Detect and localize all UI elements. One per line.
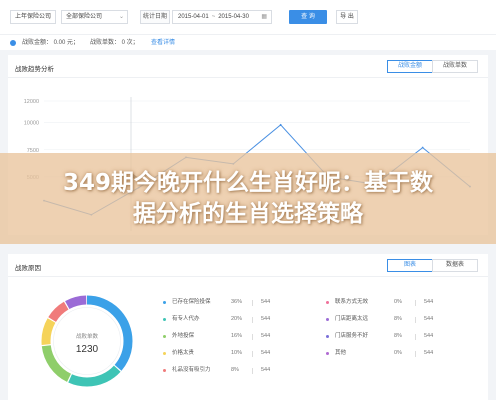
card-divider [8, 77, 488, 78]
legend-label: 其他 [335, 350, 347, 356]
chevron-down-icon: ⌄ [46, 14, 52, 20]
legend-label: 联系方式无效 [335, 299, 369, 305]
legend-percent: 8% [394, 316, 402, 322]
export-button[interactable]: 导 出 [336, 10, 358, 24]
legend-label: 有专人代办 [172, 316, 200, 322]
y-tick-label: 10000 [24, 121, 39, 127]
legend-dot [326, 318, 329, 321]
donut-inner-ring [53, 307, 121, 375]
tab-count[interactable]: 战败单数 [432, 60, 478, 73]
data-point [279, 123, 282, 126]
legend-divider [252, 368, 253, 374]
legend-label: 外地投保 [172, 333, 195, 339]
summary-amount: 战败金额： 0.00 元； [22, 40, 80, 46]
legend-divider [252, 334, 253, 340]
legend-percent: 20% [231, 316, 243, 322]
legend-count: 544 [261, 333, 271, 339]
branch-select-value: 全部保险公司 [66, 14, 103, 20]
tab-amount[interactable]: 战败金额 [387, 60, 433, 73]
legend-percent: 16% [231, 333, 243, 339]
legend-label: 礼品没有吸引力 [172, 367, 211, 373]
tab-table[interactable]: 数据表 [432, 259, 478, 272]
legend-dot [326, 335, 329, 338]
reason-card-title: 战败原因 [15, 265, 41, 272]
legend-row: 有专人代办 20% 544 [163, 315, 283, 324]
legend-row: 已存在保险投保 36% 544 [163, 298, 283, 307]
trend-card-title: 战败趋势分析 [15, 66, 54, 73]
headline-line-1: 349期今晚开什么生肖好呢：基于数 [62, 170, 433, 196]
info-icon [10, 40, 16, 46]
legend-dot [326, 301, 329, 304]
date-separator: ~ [211, 14, 216, 20]
headline-line-2: 据分析的生肖选择策略 [133, 201, 363, 227]
legend-percent: 8% [394, 333, 402, 339]
card-divider [8, 276, 488, 277]
legend-row: 门店距离太远 8% 544 [326, 315, 446, 324]
reason-tabs: 图表 数据表 [387, 259, 478, 272]
headline-title: 349期今晚开什么生肖好呢：基于数 据分析的生肖选择策略 [0, 168, 496, 230]
legend-percent: 36% [231, 299, 243, 305]
legend-dot [163, 335, 166, 338]
legend-dot [163, 352, 166, 355]
summary-bar: 战败金额： 0.00 元； 战败单数： 0 次； 查看详情 [0, 34, 496, 50]
legend-row: 其他 0% 544 [326, 349, 446, 358]
legend-divider [415, 317, 416, 323]
legend-divider [415, 334, 416, 340]
legend-percent: 0% [394, 350, 402, 356]
legend-divider [415, 351, 416, 357]
legend-row: 外地投保 16% 544 [163, 332, 283, 341]
filter-toolbar: 上年保险公司 ⌄ 全部保险公司 ⌄ 统计日期 2015-04-01 ~2015-0… [0, 0, 496, 34]
company-select-value: 上年保险公司 [15, 14, 52, 20]
legend-dot [163, 318, 166, 321]
query-button[interactable]: 查 询 [289, 10, 327, 24]
legend-divider [252, 300, 253, 306]
legend-divider [252, 351, 253, 357]
reason-card: 战败原因 图表 数据表 战败单数 1230 已存在保险投保 36% 544 有专人代办… [8, 254, 488, 400]
y-tick-label: 12000 [24, 99, 39, 105]
legend-count: 544 [424, 316, 434, 322]
reason-donut-chart: 战败单数 1230 [41, 295, 133, 387]
branch-select[interactable]: 全部保险公司 ⌄ [61, 10, 128, 24]
date-range-picker[interactable]: 2015-04-01 ~2015-04-30 ▦ [172, 10, 272, 24]
date-start: 2015-04-01 [178, 14, 209, 20]
legend-count: 544 [424, 299, 434, 305]
legend-divider [252, 317, 253, 323]
date-end: 2015-04-30 [218, 14, 249, 20]
donut-center-label: 战败单数 [76, 332, 99, 340]
chevron-down-icon: ⌄ [118, 14, 124, 20]
legend-count: 544 [261, 367, 271, 373]
legend-count: 544 [424, 333, 434, 339]
trend-tabs: 战败金额 战败单数 [387, 60, 478, 73]
legend-count: 544 [261, 350, 271, 356]
legend-row: 门店服务不好 8% 544 [326, 332, 446, 341]
legend-label: 已存在保险投保 [172, 299, 211, 305]
data-point [421, 146, 424, 149]
legend-count: 544 [424, 350, 434, 356]
donut-center-value: 1230 [76, 344, 99, 355]
date-label: 统计日期 [140, 10, 170, 24]
legend-row: 礼品没有吸引力 8% 544 [163, 366, 283, 375]
legend-dot [326, 352, 329, 355]
detail-link[interactable]: 查看详情 [151, 35, 175, 51]
legend-label: 价格太贵 [172, 350, 195, 356]
calendar-icon[interactable]: ▦ [261, 11, 267, 23]
legend-row: 价格太贵 10% 544 [163, 349, 283, 358]
legend-count: 544 [261, 299, 271, 305]
legend-row: 联系方式无效 0% 544 [326, 298, 446, 307]
tab-chart[interactable]: 图表 [387, 259, 433, 272]
legend-percent: 8% [231, 367, 239, 373]
legend-percent: 10% [231, 350, 243, 356]
legend-dot [163, 369, 166, 372]
legend-label: 门店服务不好 [335, 333, 369, 339]
legend-label: 门店距离太远 [335, 316, 369, 322]
legend-count: 544 [261, 316, 271, 322]
legend-divider [415, 300, 416, 306]
legend-dot [163, 301, 166, 304]
summary-count: 战败单数： 0 次； [90, 40, 139, 46]
company-select[interactable]: 上年保险公司 ⌄ [10, 10, 56, 24]
legend-percent: 0% [394, 299, 402, 305]
